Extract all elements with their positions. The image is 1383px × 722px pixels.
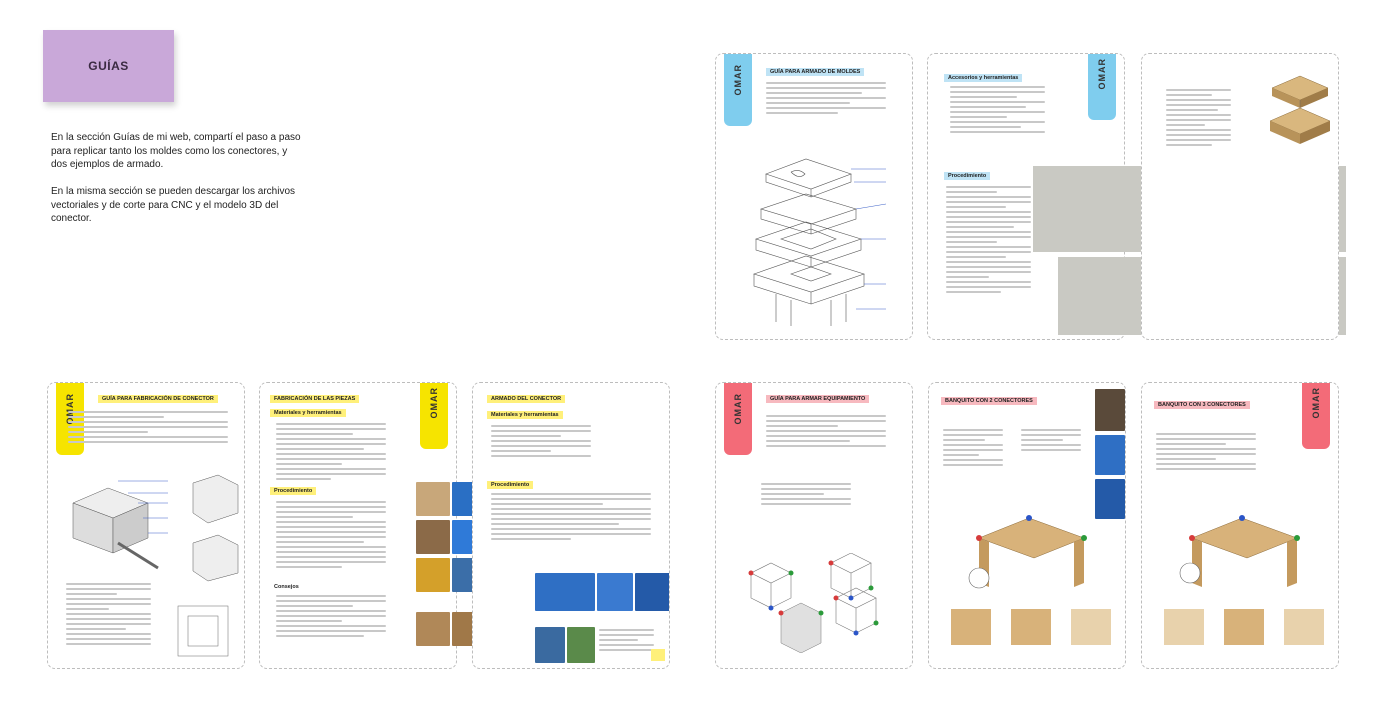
sticky-mini (651, 649, 665, 661)
section-accesorios: Accesorios y herramientas (944, 74, 1023, 82)
omar-logo: OMAR (733, 64, 743, 96)
equipamiento-notes (761, 483, 851, 508)
photo-banquito-b (1095, 435, 1125, 475)
conector-notes (66, 583, 151, 648)
page-tab: OMAR (724, 383, 752, 455)
intro-text (766, 415, 886, 450)
conector-plan-diagram (177, 605, 229, 657)
page-tab: OMAR (1302, 383, 1330, 449)
molde-3d-render (1269, 75, 1331, 144)
photo-armado-1 (535, 573, 595, 611)
page-title: BANQUITO CON 2 CONECTORES (941, 397, 1037, 405)
section-procedimiento: Procedimiento (944, 172, 991, 180)
procedimiento-steps (491, 493, 651, 543)
banquito-3-diagram (1179, 515, 1300, 587)
procedimiento-steps (276, 501, 386, 571)
accesorios-list (950, 86, 1045, 136)
page-title: GUÍA PARA ARMADO DE MOLDES (766, 68, 865, 76)
omar-logo: OMAR (733, 393, 743, 425)
banquito-2-views (937, 607, 1122, 657)
paragraph-descargas: En la misma sección se pueden descargar … (51, 186, 296, 224)
page-title: BANQUITO CON 3 CONECTORES (1154, 401, 1250, 409)
page-title: FABRICACIÓN DE LAS PIEZAS (270, 395, 360, 403)
section-materiales: Materiales y herramientas (270, 409, 346, 417)
sticky-title: GUÍAS (88, 59, 129, 73)
banquito-3-views (1150, 607, 1335, 657)
page-guia-equipamiento[interactable]: OMAR GUÍA PARA ARMAR EQUIPAMIENTO (715, 382, 913, 669)
page-armado-conector[interactable]: ARMADO DEL CONECTOR Materiales y herrami… (472, 382, 670, 669)
photo-banquito-a (1095, 389, 1125, 431)
page-title: GUÍA PARA ARMAR EQUIPAMIENTO (766, 395, 870, 403)
materiales-list (1156, 433, 1256, 473)
procedimiento-steps (946, 186, 1031, 296)
page-banquito-2-conectores[interactable]: BANQUITO CON 2 CONECTORES (928, 382, 1126, 669)
page-guia-moldes[interactable]: OMAR GUÍA PARA ARMADO DE MOLDES (715, 53, 913, 340)
page-molde-3d[interactable] (1141, 53, 1339, 340)
section-materiales: Materiales y herramientas (487, 411, 563, 419)
armado-notes (599, 629, 654, 654)
page-tab: OMAR (420, 383, 448, 449)
paragraph-guias: En la sección Guías de mi web, compartí … (51, 132, 301, 170)
page-title: ARMADO DEL CONECTOR (487, 395, 566, 403)
photo-armado-5 (567, 627, 595, 663)
page-tab: OMAR (724, 54, 752, 126)
conector-diagram (72, 474, 239, 582)
photo-banquito-c (1095, 479, 1125, 519)
molde-exploded-diagram (753, 158, 887, 326)
molde-notes (1166, 89, 1231, 149)
omar-logo: OMAR (1097, 58, 1107, 90)
intro-text (68, 411, 228, 446)
banquito-2-diagram (968, 515, 1087, 589)
intro-text (766, 82, 886, 117)
page-title: GUÍA PARA FABRICACIÓN DE CONECTOR (98, 395, 218, 403)
armado-list (1021, 429, 1081, 454)
photo-armado-3 (635, 573, 669, 611)
photo-armado-2 (597, 573, 633, 611)
page-banquito-3-conectores[interactable]: OMAR BANQUITO CON 3 CONECTORES (1141, 382, 1339, 669)
materiales-list (491, 425, 591, 460)
consejos-list (276, 595, 386, 640)
guias-sticky-note[interactable]: GUÍAS (43, 30, 174, 102)
materiales-list (943, 429, 1003, 469)
omar-logo: OMAR (429, 387, 439, 419)
page-guia-conector[interactable]: OMAR GUÍA PARA FABRICACIÓN DE CONECTOR (47, 382, 245, 669)
omar-logo: OMAR (1311, 387, 1321, 419)
cubes-diagram (748, 553, 879, 653)
photo-armado-4 (535, 627, 565, 663)
section-procedimiento: Procedimiento (487, 481, 534, 489)
section-procedimiento: Procedimiento (270, 487, 317, 495)
materiales-list (276, 423, 386, 483)
section-consejos: Consejos (274, 584, 299, 590)
page-tab: OMAR (1088, 54, 1116, 120)
